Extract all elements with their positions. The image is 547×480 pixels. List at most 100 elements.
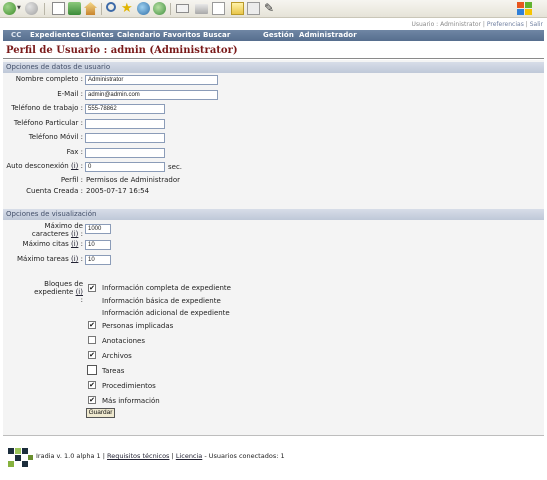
nav-cc[interactable]: CC xyxy=(11,31,21,39)
block-label-people: Personas implicadas xyxy=(102,322,174,330)
document-icon[interactable] xyxy=(52,2,65,15)
header-user-links: Usuario : Administrator | Preferencias |… xyxy=(300,21,543,28)
max-tasks-colon: : xyxy=(80,255,83,263)
auto-logout-input[interactable]: 0 xyxy=(85,162,165,172)
block-checkbox-more-info[interactable]: ✔ xyxy=(88,396,96,404)
max-appointments-help-icon[interactable]: (i) xyxy=(71,240,78,248)
edit-icon[interactable] xyxy=(212,2,225,15)
block-checkbox-files[interactable]: ✔ xyxy=(88,351,96,359)
block-label-files: Archivos xyxy=(102,352,132,360)
max-tasks-label-text: Máximo tareas xyxy=(17,255,69,263)
footer-connected-users: - Usuarios conectados: 1 xyxy=(204,452,285,460)
back-dropdown-icon[interactable]: ▼ xyxy=(17,2,22,15)
media-icon[interactable] xyxy=(137,2,150,15)
save-button[interactable]: Guardar xyxy=(86,408,115,418)
page-title: Perfil de Usuario : admin (Administrator… xyxy=(6,45,238,56)
title-divider xyxy=(3,58,544,59)
full-name-input[interactable]: Administrator xyxy=(85,75,218,85)
forward-icon[interactable] xyxy=(25,2,38,15)
fax-label: Fax : xyxy=(66,148,83,156)
footer-text: Iradia v. 1.0 alpha 1 | Requisitos técni… xyxy=(36,452,285,460)
footer-separator: | xyxy=(102,452,105,460)
max-appointments-label: Máximo citas (i) : xyxy=(23,240,83,248)
block-label-additional-info: Información adicional de expediente xyxy=(102,309,230,317)
block-checkbox-tasks[interactable] xyxy=(87,365,97,375)
block-checkbox-full-info[interactable]: ✔ xyxy=(88,284,96,292)
max-appointments-label-text: Máximo citas xyxy=(22,240,69,248)
block-checkbox-notes[interactable] xyxy=(88,336,96,344)
user-text: Usuario : Administrator xyxy=(411,21,481,28)
home-phone-input[interactable] xyxy=(85,119,165,129)
header-separator: | xyxy=(525,21,528,28)
block-label-notes: Anotaciones xyxy=(102,337,146,345)
section-header-user-data: Opciones de datos de usuario xyxy=(3,62,544,73)
blocks-label: Bloques de expediente (i) : xyxy=(33,280,83,304)
blocks-help-icon[interactable]: (i) xyxy=(76,288,83,296)
block-label-more-info: Más información xyxy=(102,397,160,405)
toolbar-divider xyxy=(170,3,171,15)
refresh-icon[interactable] xyxy=(68,2,81,15)
back-icon[interactable] xyxy=(3,2,16,15)
max-tasks-input[interactable]: 10 xyxy=(85,255,111,265)
nav-favoritos[interactable]: Favoritos xyxy=(163,31,201,39)
iradia-logo xyxy=(8,448,34,468)
email-label: E-Mail : xyxy=(57,90,83,98)
blocks-colon: : xyxy=(80,296,83,304)
nav-clientes[interactable]: Clientes xyxy=(81,31,114,39)
print-icon[interactable] xyxy=(195,4,208,14)
header-separator: | xyxy=(482,21,485,28)
max-chars-help-icon[interactable]: (i) xyxy=(71,230,78,238)
windows-logo-icon xyxy=(513,1,543,17)
block-label-procedures: Procedimientos xyxy=(102,382,156,390)
history-icon[interactable] xyxy=(153,2,166,15)
auto-logout-unit: sec. xyxy=(168,163,183,171)
messenger-icon[interactable] xyxy=(247,2,260,15)
toolbar-divider xyxy=(44,3,45,15)
mobile-phone-input[interactable] xyxy=(85,133,165,143)
search-icon[interactable] xyxy=(106,2,116,12)
toolbar-divider xyxy=(101,3,102,15)
profile-label: Perfil : xyxy=(60,176,83,184)
home-phone-label: Teléfono Particular : xyxy=(13,119,83,127)
exit-link[interactable]: Salir xyxy=(530,21,543,28)
nav-calendario[interactable]: Calendario xyxy=(117,31,160,39)
max-chars-input[interactable]: 1000 xyxy=(85,224,111,234)
max-appointments-colon: : xyxy=(80,240,83,248)
account-created-value: 2005-07-17 16:54 xyxy=(86,187,150,195)
block-checkbox-people[interactable]: ✔ xyxy=(88,321,96,329)
email-input[interactable]: admin@admin.com xyxy=(85,90,218,100)
account-created-label: Cuenta Creada : xyxy=(26,187,83,195)
fax-input[interactable] xyxy=(85,148,165,158)
full-name-label: Nombre completo : xyxy=(15,75,83,83)
mail-icon[interactable] xyxy=(176,4,189,13)
research-icon[interactable]: ✎ xyxy=(264,2,277,15)
auto-logout-label-text: Auto desconexión xyxy=(6,162,69,170)
mobile-phone-label: Teléfono Móvil : xyxy=(28,133,83,141)
profile-value: Permisos de Administrador xyxy=(86,176,180,184)
block-checkbox-procedures[interactable]: ✔ xyxy=(88,381,96,389)
max-chars-label: Máximo de caracteres (i) : xyxy=(23,222,83,238)
max-tasks-help-icon[interactable]: (i) xyxy=(71,255,78,263)
nav-administrador[interactable]: Administrador xyxy=(299,31,357,39)
max-chars-colon: : xyxy=(80,230,83,238)
nav-expedientes[interactable]: Expedientes xyxy=(30,31,80,39)
browser-toolbar: ▼ ★ ✎ xyxy=(0,0,547,18)
max-appointments-input[interactable]: 10 xyxy=(85,240,111,250)
work-phone-label: Teléfono de trabajo : xyxy=(11,104,83,112)
section-header-display-options: Opciones de visualización xyxy=(3,209,544,220)
preferences-link[interactable]: Preferencias xyxy=(487,21,524,28)
work-phone-input[interactable]: 555-78862 xyxy=(85,104,165,114)
block-label-basic-info: Información básica de expediente xyxy=(102,297,221,305)
home-icon[interactable] xyxy=(84,2,97,15)
tech-requirements-link[interactable]: Requisitos técnicos xyxy=(107,452,169,460)
nav-gestion[interactable]: Gestión xyxy=(263,31,294,39)
auto-logout-help-icon[interactable]: (i) xyxy=(71,162,78,170)
license-link[interactable]: Licencia xyxy=(176,452,202,460)
max-tasks-label: Máximo tareas (i) : xyxy=(17,255,83,263)
main-nav: CC Expedientes Clientes Calendario Favor… xyxy=(3,30,544,41)
folder-icon[interactable] xyxy=(231,2,244,15)
block-label-full-info: Información completa de expediente xyxy=(102,284,231,292)
favorites-icon[interactable]: ★ xyxy=(121,2,134,15)
nav-buscar[interactable]: Buscar xyxy=(203,31,230,39)
auto-logout-label: Auto desconexión (i) : xyxy=(6,162,83,170)
